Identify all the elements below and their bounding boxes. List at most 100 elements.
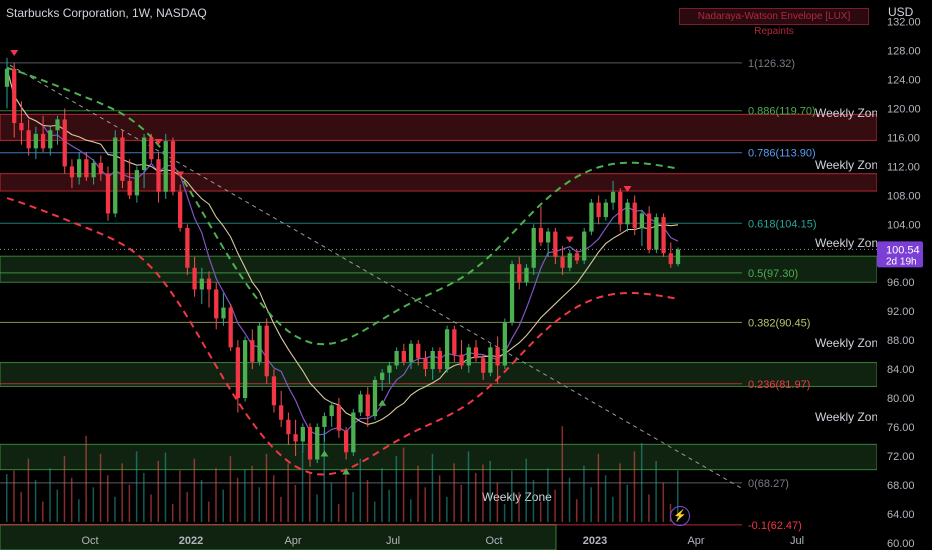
candle-body <box>358 394 363 413</box>
price-tag-countdown: 2d 19h <box>886 256 917 267</box>
price-tag-value: 100.54 <box>886 244 920 256</box>
volume-bar <box>42 501 44 522</box>
candle-body <box>481 358 486 373</box>
volume-bar <box>143 472 145 522</box>
candle-body <box>675 249 681 265</box>
volume-bar <box>431 453 434 522</box>
y-tick-label: 112.00 <box>887 161 920 173</box>
x-tick-label: 2022 <box>179 535 203 547</box>
x-tick-label: Apr <box>687 535 704 547</box>
volume-bar <box>460 484 463 522</box>
indicator-badge[interactable]: Nadaraya-Watson Envelope [LUX] Repaints <box>679 8 869 37</box>
volume-bar <box>330 482 333 522</box>
candle-body <box>632 202 637 228</box>
volume-bar <box>294 484 297 522</box>
candle-body <box>661 217 666 254</box>
candle-body <box>351 412 356 453</box>
volume-bar <box>604 475 607 522</box>
candle-body <box>654 217 659 250</box>
volume-bar <box>6 474 8 522</box>
candle-body <box>538 227 544 243</box>
volume-bar <box>518 492 520 522</box>
volume-bar <box>381 468 383 522</box>
x-tick-label: Jul <box>386 535 400 547</box>
fib-level-label: -0.1(62.47) <box>748 520 802 532</box>
candle-body <box>473 347 479 359</box>
candle-body <box>430 350 435 370</box>
candle-body <box>127 180 132 196</box>
volume-bar <box>345 470 347 522</box>
fib-level-label: 0.382(90.45) <box>748 317 810 329</box>
volume-bar <box>633 451 636 522</box>
volume-bar <box>503 504 506 522</box>
volume-bar <box>575 499 578 522</box>
volume-bar <box>402 447 405 522</box>
x-tick-label: Oct <box>81 535 98 547</box>
candle-body <box>452 329 457 355</box>
fib-level-label: 1(126.32) <box>748 58 795 70</box>
candle-body <box>416 343 421 359</box>
volume-bar <box>366 480 369 522</box>
volume-bar <box>208 501 210 522</box>
y-tick-label: 72.00 <box>887 451 915 463</box>
volume-bar <box>56 489 59 522</box>
y-tick-label: 92.00 <box>887 306 915 318</box>
volume-bar <box>222 489 224 522</box>
candle-body <box>646 213 652 250</box>
candle-body <box>394 350 399 366</box>
volume-bar <box>309 472 311 522</box>
y-tick-label: 116.00 <box>887 133 920 145</box>
volume-bar <box>287 463 289 522</box>
volume-bar <box>373 501 376 522</box>
volume-bar <box>539 501 542 522</box>
volume-bar <box>27 458 30 522</box>
volume-bar <box>258 487 261 522</box>
volume-bar <box>171 504 174 522</box>
volume-bar <box>612 496 614 522</box>
candle-body <box>134 170 140 196</box>
candle-body <box>192 267 197 290</box>
volume-bar <box>13 470 15 522</box>
y-tick-label: 96.00 <box>887 277 915 289</box>
volume-bar <box>640 442 643 522</box>
candle-body <box>610 191 616 203</box>
volume-bar <box>301 451 304 522</box>
zone-label: Weekly Zone <box>482 490 552 504</box>
candle-body <box>466 347 471 366</box>
candle-body <box>221 307 226 319</box>
zone-label: Weekly Zone <box>815 106 885 120</box>
candle-body <box>553 231 558 257</box>
y-tick-label: 124.00 <box>887 75 921 87</box>
volume-bar <box>453 463 455 522</box>
volume-bar <box>424 487 426 522</box>
candle-body <box>545 231 551 243</box>
volume-bar <box>114 496 116 522</box>
candle-body <box>113 137 118 214</box>
fib-level-label: 0.886(119.70) <box>748 106 816 118</box>
x-tick-label: Apr <box>284 535 301 547</box>
volume-bar <box>554 489 556 522</box>
candle-body <box>69 166 75 178</box>
volume-bar <box>63 456 66 522</box>
candle-body <box>286 419 291 435</box>
volume-bar <box>179 470 181 522</box>
envelope-lower <box>6 197 679 476</box>
candle-body <box>343 430 349 453</box>
volume-bar <box>525 458 527 522</box>
volume-bar <box>489 460 491 522</box>
weekly-zone <box>0 113 878 141</box>
volume-bar <box>186 492 188 522</box>
volume-bar <box>49 468 51 522</box>
volume-bar <box>323 430 325 522</box>
candle-body <box>582 231 587 261</box>
volume-bar <box>655 460 657 522</box>
candle-body <box>574 253 580 261</box>
volume-bar <box>265 453 268 522</box>
currency-label[interactable]: USD <box>888 5 913 19</box>
candlestick-chart[interactable]: Weekly Zone Weekly Zone Weekly Zone Weekly … <box>0 0 932 550</box>
volume-bar <box>135 451 138 522</box>
candle-body <box>668 253 673 265</box>
volume-bar <box>352 492 354 522</box>
lightning-icon[interactable]: ⚡ <box>670 506 690 526</box>
volume-bar <box>200 480 203 522</box>
